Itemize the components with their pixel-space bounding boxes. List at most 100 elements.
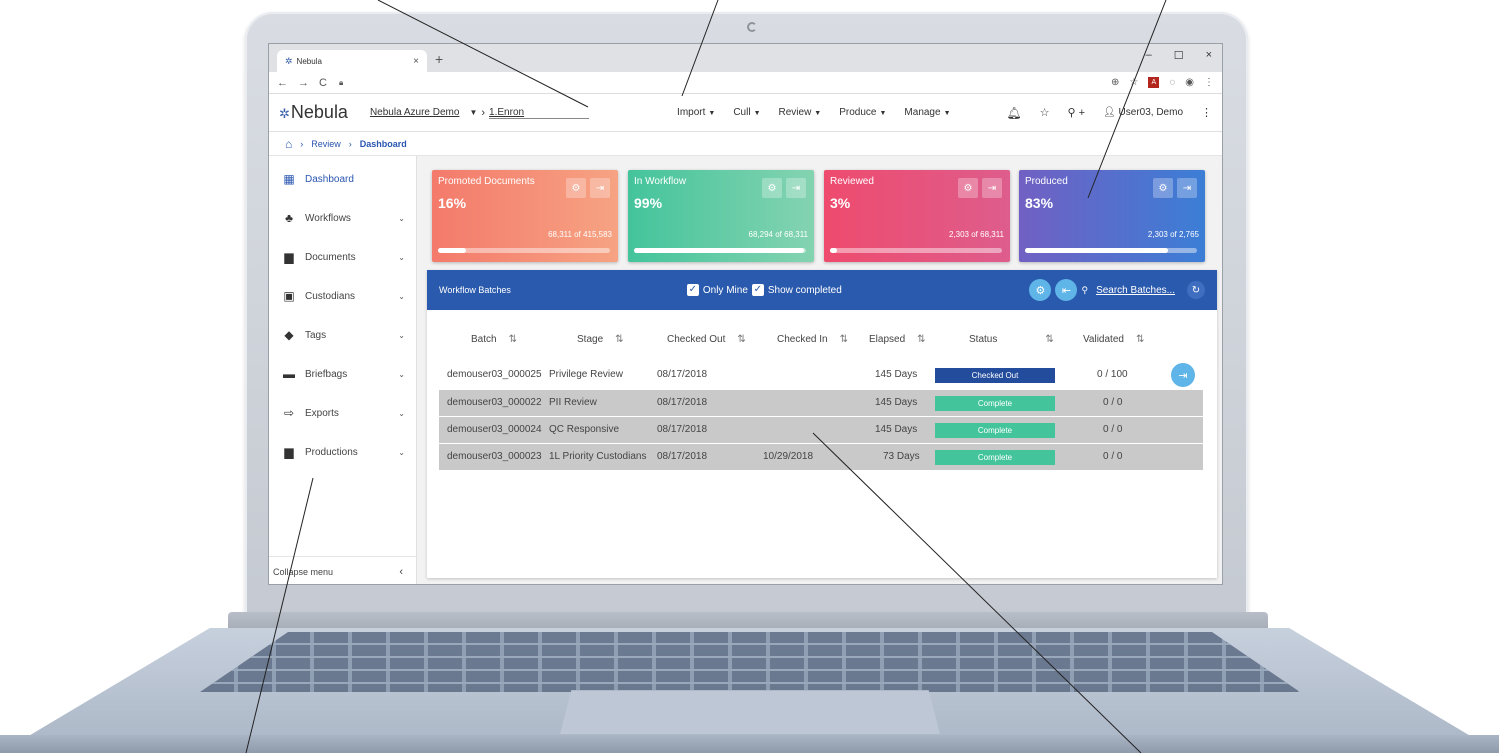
chevron-right-icon: › — [481, 106, 486, 119]
case-selector[interactable]: 1.Enron — [489, 107, 590, 119]
column-stage[interactable]: Stage ⇅ — [577, 334, 624, 345]
window-controls: – ☐ × — [1146, 49, 1212, 62]
maximize-button[interactable]: ☐ — [1174, 49, 1184, 62]
zoom-icon[interactable]: ⊕ — [1111, 77, 1119, 88]
cell-batch: demouser03_000024 — [447, 424, 542, 435]
laptop-front-edge — [0, 735, 1499, 753]
menu-cull[interactable]: Cull ▼ — [733, 107, 760, 118]
chevron-right-icon: › — [348, 138, 352, 149]
minimize-button[interactable]: – — [1146, 49, 1152, 62]
open-icon[interactable]: ⇥ — [982, 178, 1002, 198]
status-badge: Complete — [935, 396, 1055, 411]
sidebar-item-briefbags[interactable]: ▬ Briefbags ⌄ — [269, 355, 417, 393]
breadcrumb-review[interactable]: Review — [311, 139, 341, 149]
gear-icon[interactable]: ⚙ — [762, 178, 782, 198]
reload-icon[interactable]: C — [319, 77, 327, 89]
card-count: 68,294 of 68,311 — [748, 230, 808, 239]
sidebar-item-dashboard[interactable]: ▦ Dashboard — [269, 160, 417, 198]
table-header: Batch ⇅ Stage ⇅ Checked Out ⇅ Checked In ⇅ E… — [437, 334, 1207, 352]
table-row[interactable]: demouser03_000025 Privilege Review 08/17… — [439, 362, 1203, 388]
cell-checked-out: 08/17/2018 — [657, 424, 708, 435]
search-plus-button[interactable]: ⚲ + — [1067, 106, 1085, 119]
chevron-down-icon[interactable]: ⌄ — [398, 292, 405, 301]
forward-arrow-icon[interactable]: → — [298, 77, 309, 89]
chevron-down-icon[interactable]: ⌄ — [398, 331, 405, 340]
gear-icon[interactable]: ⚙ — [958, 178, 978, 198]
settings-button[interactable]: ⚙ — [1029, 279, 1052, 301]
checkin-button[interactable]: ⇤ — [1055, 279, 1078, 301]
caret-down-icon[interactable]: ▼ — [469, 108, 477, 117]
column-batch[interactable]: Batch ⇅ — [471, 334, 517, 345]
card-progress-bar — [634, 248, 806, 253]
nebula-logo[interactable]: ✲Nebula — [279, 102, 348, 123]
browser-menu-icon[interactable]: ⋮ — [1204, 77, 1214, 88]
card-progress-fill — [634, 248, 805, 253]
sidebar-item-workflows[interactable]: ♣ Workflows ⌄ — [269, 199, 417, 237]
address-bar: ← → C 🔒︎ ⊕ ☆ A ◌ ◉ ⋮ — [269, 72, 1222, 94]
open-icon[interactable]: ⇥ — [1177, 178, 1197, 198]
chevron-down-icon[interactable]: ⌄ — [398, 448, 405, 457]
briefcase-icon: ▬ — [283, 367, 295, 381]
collapse-menu-button[interactable]: Collapse menu ‹ — [269, 556, 417, 584]
favorite-star-icon[interactable]: ☆ — [1040, 106, 1050, 119]
open-icon[interactable]: ⇥ — [590, 178, 610, 198]
column-validated[interactable]: Validated ⇅ — [1083, 334, 1144, 345]
column-checked-out[interactable]: Checked Out ⇅ — [667, 334, 746, 345]
table-row[interactable]: demouser03_000024 QC Responsive 08/17/20… — [439, 417, 1203, 443]
search-batches-input[interactable]: Search Batches... — [1096, 285, 1175, 296]
extension-icon[interactable]: ◌ — [1169, 77, 1175, 88]
show-completed-label: Show completed — [767, 284, 842, 296]
chevron-down-icon[interactable]: ⌄ — [398, 214, 405, 223]
profile-icon[interactable]: ◉ — [1185, 77, 1194, 88]
sort-icon: ⇅ — [839, 334, 848, 345]
home-icon[interactable]: ⌂ — [285, 137, 292, 151]
sort-icon: ⇅ — [1135, 334, 1145, 345]
column-elapsed[interactable]: Elapsed ⇅ — [869, 334, 926, 345]
app-header: ✲Nebula Nebula Azure Demo ▼ › 1.Enron Im… — [269, 94, 1222, 132]
status-badge: Complete — [935, 423, 1055, 438]
user-menu[interactable]: 👤︎ User03, Demo — [1103, 107, 1183, 118]
sidebar-item-label: Productions — [305, 446, 358, 458]
card-in-workflow: In Workflow 99% 68,294 of 68,311 ⚙ ⇥ — [628, 170, 814, 262]
bell-icon[interactable]: 🔔︎ — [1006, 106, 1021, 120]
menu-review[interactable]: Review ▼ — [779, 107, 822, 118]
dashboard-icon: ▦ — [283, 172, 295, 186]
pdf-extension-icon[interactable]: A — [1148, 77, 1160, 88]
chevron-down-icon[interactable]: ⌄ — [398, 253, 405, 262]
cell-batch: demouser03_000023 — [447, 451, 542, 462]
column-status[interactable]: Status ⇅ — [969, 334, 1054, 345]
gear-icon[interactable]: ⚙ — [566, 178, 586, 198]
close-window-button[interactable]: × — [1206, 49, 1212, 62]
more-vert-icon[interactable]: ⋮ — [1201, 106, 1212, 119]
browser-tab[interactable]: ✲ Nebula × — [277, 50, 427, 72]
status-badge: Checked Out — [935, 368, 1055, 383]
chevron-down-icon[interactable]: ⌄ — [398, 409, 405, 418]
sort-icon: ⇅ — [737, 334, 746, 345]
sidebar-item-productions[interactable]: ▆ Productions ⌄ — [269, 433, 417, 471]
project-selector[interactable]: Nebula Azure Demo — [370, 107, 460, 118]
sidebar-item-exports[interactable]: ⇨ Exports ⌄ — [269, 394, 417, 432]
cell-stage: Privilege Review — [549, 369, 623, 380]
refresh-button[interactable]: ↻ — [1187, 281, 1205, 299]
cell-validated: 0 / 100 — [1097, 369, 1128, 380]
table-row[interactable]: demouser03_000022 PII Review 08/17/2018 … — [439, 390, 1203, 416]
lock-icon[interactable]: 🔒︎ — [339, 78, 343, 88]
menu-import[interactable]: Import ▼ — [677, 107, 715, 118]
sidebar-item-documents[interactable]: ▆ Documents ⌄ — [269, 238, 417, 276]
open-icon[interactable]: ⇥ — [786, 178, 806, 198]
tab-close-icon[interactable]: × — [413, 56, 419, 67]
bookmark-star-icon[interactable]: ☆ — [1129, 77, 1138, 88]
show-completed-checkbox[interactable]: ✓ — [751, 284, 764, 296]
menu-produce[interactable]: Produce ▼ — [839, 107, 886, 118]
menu-manage[interactable]: Manage ▼ — [904, 107, 950, 118]
sidebar-item-custodians[interactable]: ▣ Custodians ⌄ — [269, 277, 417, 315]
gear-icon[interactable]: ⚙ — [1153, 178, 1173, 198]
column-checked-in[interactable]: Checked In ⇅ — [777, 334, 848, 345]
back-arrow-icon[interactable]: ← — [277, 77, 288, 89]
sidebar-item-tags[interactable]: ◆ Tags ⌄ — [269, 316, 417, 354]
chevron-down-icon[interactable]: ⌄ — [398, 370, 405, 379]
checkin-batch-button[interactable]: ⇥ — [1171, 363, 1195, 387]
only-mine-checkbox[interactable]: ✓ — [686, 284, 699, 296]
new-tab-button[interactable]: + — [435, 51, 443, 67]
table-row[interactable]: demouser03_000023 1L Priority Custodians… — [439, 444, 1203, 470]
